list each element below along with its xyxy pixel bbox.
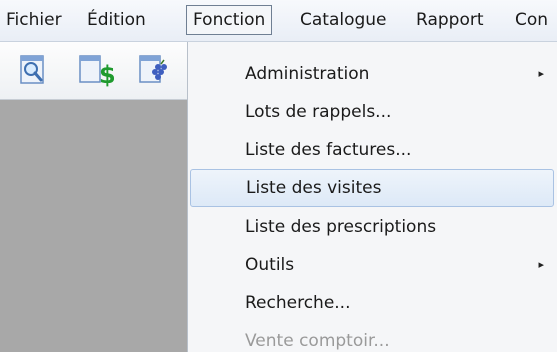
left-panel — [0, 100, 187, 352]
toolbar: $ — [0, 42, 187, 100]
menu-item-label: Recherche... — [245, 293, 351, 313]
menu-edition[interactable]: Édition — [81, 5, 152, 35]
dollar-document-icon: $ — [79, 55, 114, 88]
grapes-document-icon — [139, 55, 167, 83]
menu-item-vente-comptoir: Vente comptoir... — [188, 322, 557, 360]
menu-fonction[interactable]: Fonction — [186, 5, 273, 35]
menu-item-administration[interactable]: Administration ▸ — [188, 55, 557, 93]
menu-item-label: Vente comptoir... — [245, 331, 390, 351]
magnifier-document-icon — [20, 55, 44, 84]
menu-item-liste-des-prescriptions[interactable]: Liste des prescriptions — [188, 208, 557, 246]
fonction-dropdown-menu: Administration ▸ Lots de rappels... List… — [187, 42, 557, 352]
menu-item-label: Liste des prescriptions — [245, 217, 437, 237]
invoice-button[interactable]: $ — [76, 52, 114, 88]
menu-item-label: Outils — [245, 255, 295, 275]
submenu-arrow-icon: ▸ — [538, 258, 544, 271]
menu-con[interactable]: Con — [509, 5, 554, 35]
svg-text:$: $ — [99, 61, 114, 88]
menu-item-outils[interactable]: Outils ▸ — [188, 246, 557, 284]
menu-item-label: Liste des visites — [246, 178, 382, 198]
menu-rapport[interactable]: Rapport — [410, 5, 490, 35]
menu-catalogue[interactable]: Catalogue — [294, 5, 393, 35]
menu-fichier[interactable]: Fichier — [0, 5, 68, 35]
menu-item-label: Liste des factures... — [245, 140, 412, 160]
search-document-button[interactable] — [14, 52, 52, 88]
menu-item-recherche[interactable]: Recherche... — [188, 284, 557, 322]
menu-item-label: Administration — [245, 64, 370, 84]
menu-item-liste-des-visites[interactable]: Liste des visites — [190, 169, 554, 207]
menu-item-lots-de-rappels[interactable]: Lots de rappels... — [188, 93, 557, 131]
menu-item-liste-des-factures[interactable]: Liste des factures... — [188, 131, 557, 169]
menu-bar: Fichier Édition Fonction Catalogue Rappo… — [0, 0, 557, 42]
menu-item-label: Lots de rappels... — [245, 102, 392, 122]
catalogue-button[interactable] — [136, 52, 174, 88]
submenu-arrow-icon: ▸ — [538, 67, 544, 80]
